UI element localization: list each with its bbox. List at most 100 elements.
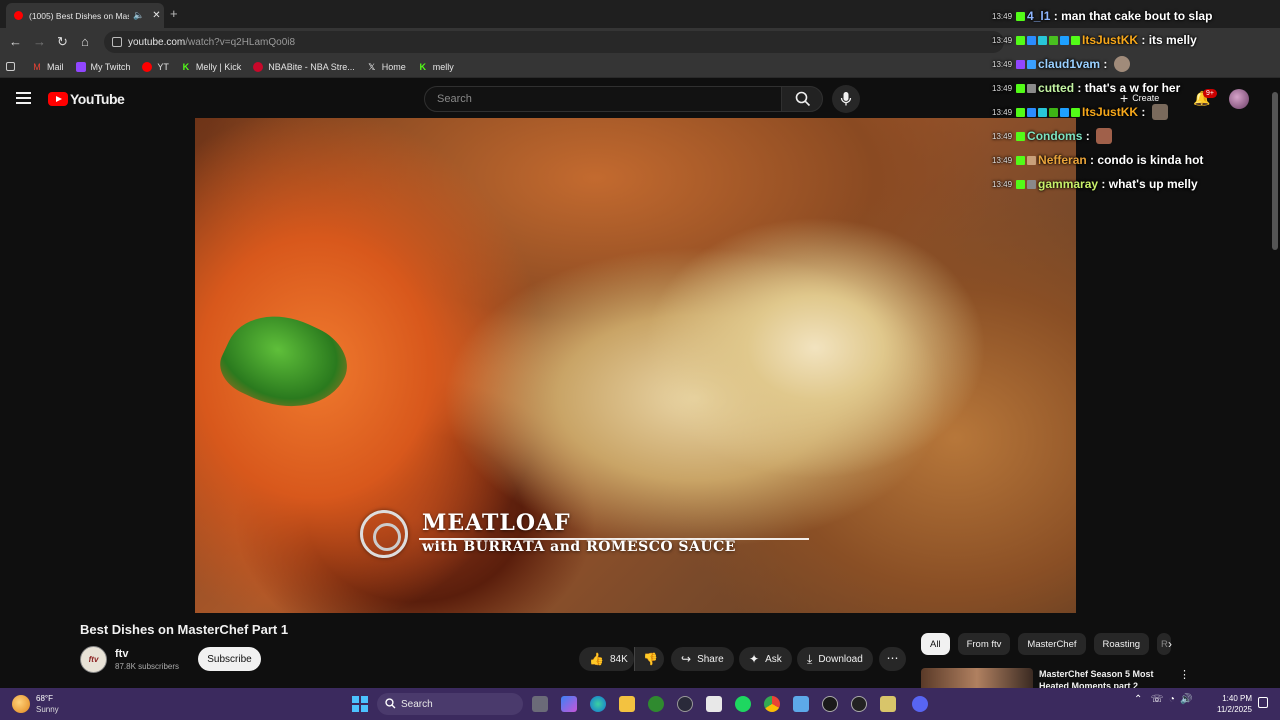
xbox-icon[interactable] bbox=[648, 696, 664, 712]
tab-title: (1005) Best Dishes on MasterChef Part 1 bbox=[29, 10, 129, 21]
copilot-icon[interactable] bbox=[561, 696, 577, 712]
download-button[interactable]: ⤓ Download bbox=[797, 647, 873, 671]
wifi-icon: ◔ bbox=[1168, 694, 1175, 705]
notification-badge: 9+ bbox=[1203, 89, 1217, 98]
sub-tier-badge-icon bbox=[1071, 107, 1081, 117]
download-icon: ⤓ bbox=[807, 651, 813, 666]
weather-temperature: 68°F bbox=[36, 694, 53, 703]
subscriber-badge-icon bbox=[1027, 155, 1037, 165]
app-icon[interactable] bbox=[880, 696, 896, 712]
dish-caption: MEATLOAF with BURRATA and ROMESCO SAUCE bbox=[422, 510, 736, 555]
photos-icon[interactable] bbox=[793, 696, 809, 712]
chip-masterchef[interactable]: MasterChef bbox=[1018, 633, 1086, 655]
chat-text: its melly bbox=[1148, 33, 1197, 47]
bookmark-mail[interactable]: M Mail bbox=[32, 62, 63, 72]
bookmark-yt[interactable]: YT bbox=[142, 61, 169, 72]
more-vert-icon[interactable]: ⋮ bbox=[1179, 668, 1190, 681]
notification-center-icon[interactable] bbox=[1258, 697, 1268, 708]
voice-search-button[interactable] bbox=[832, 85, 860, 113]
url-field[interactable]: youtube.com/watch?v=q2HLamQo0i8 bbox=[104, 31, 1004, 53]
more-actions-icon[interactable]: ⋯ bbox=[879, 647, 906, 671]
channel-name[interactable]: ftv bbox=[115, 648, 128, 660]
chip-all[interactable]: All bbox=[921, 633, 950, 655]
obs-icon[interactable] bbox=[851, 696, 867, 712]
like-button[interactable]: 👍 84K bbox=[579, 647, 634, 671]
edge-browser-icon[interactable] bbox=[590, 696, 606, 712]
bookmark-my-twitch[interactable]: My Twitch bbox=[75, 61, 130, 72]
nba-icon bbox=[253, 61, 264, 72]
recommendation-filter-chips: All From ftv MasterChef Roasting R bbox=[921, 633, 1179, 655]
ask-button[interactable]: ✦ Ask bbox=[739, 647, 792, 671]
apps-icon[interactable] bbox=[6, 62, 20, 71]
chat-emote bbox=[1151, 104, 1168, 120]
subscriber-count: 87.8K subscribers bbox=[115, 662, 180, 671]
search-icon bbox=[795, 91, 811, 107]
sparkle-icon: ✦ bbox=[749, 652, 760, 666]
dislike-button[interactable]: 👎 bbox=[634, 647, 664, 671]
menu-icon[interactable] bbox=[16, 92, 31, 104]
volume-icon: 🔊 bbox=[1180, 694, 1193, 705]
video-player[interactable]: MEATLOAF with BURRATA and ROMESCO SAUCE bbox=[195, 118, 1076, 613]
chat-username: ItsJustKK bbox=[1082, 33, 1139, 47]
chat-message: 13:49 ItsJustKK : bbox=[992, 102, 1168, 122]
kick-badge-icon bbox=[1016, 83, 1026, 93]
speaker-icon[interactable]: 🔈 bbox=[133, 10, 144, 21]
kick-badge-icon bbox=[1016, 107, 1026, 117]
chat-username: gammaray bbox=[1038, 177, 1099, 191]
bookmark-melly-kick[interactable]: K Melly | Kick bbox=[181, 61, 242, 72]
kick-badge-icon bbox=[1016, 155, 1026, 165]
weather-widget[interactable]: 68°F Sunny bbox=[12, 693, 59, 715]
kick-badge-icon bbox=[1049, 35, 1059, 45]
chat-message: 13:49 claud1vam : bbox=[992, 54, 1130, 74]
chip-roasting[interactable]: Roasting bbox=[1093, 633, 1150, 655]
scrollbar-thumb[interactable] bbox=[1272, 92, 1278, 250]
youtube-icon bbox=[142, 61, 153, 72]
site-info-icon[interactable] bbox=[112, 37, 122, 47]
bookmark-melly[interactable]: Kmelly bbox=[418, 62, 454, 72]
recommendation-thumbnail[interactable] bbox=[921, 668, 1033, 688]
steam-icon[interactable] bbox=[677, 696, 693, 712]
close-tab-icon[interactable]: ✕ bbox=[152, 10, 160, 21]
file-explorer-icon[interactable] bbox=[619, 696, 635, 712]
home-icon[interactable]: ⌂ bbox=[81, 34, 89, 49]
subscriber-badge-icon bbox=[1027, 35, 1037, 45]
subscribe-button[interactable]: Subscribe bbox=[198, 647, 261, 671]
share-button[interactable]: ↪ Share bbox=[671, 647, 734, 671]
search-input[interactable]: Search bbox=[424, 86, 782, 112]
url-domain: youtube.com bbox=[128, 36, 186, 48]
youtube-favicon-icon bbox=[14, 11, 23, 20]
system-tray[interactable]: ⌃ ☏ ◔ 🔊 bbox=[1134, 694, 1193, 705]
youtube-logo[interactable]: YouTube bbox=[48, 91, 125, 107]
search-button[interactable] bbox=[781, 86, 823, 112]
chrome-icon[interactable] bbox=[764, 696, 780, 712]
bookmark-home[interactable]: 𝕏 Home bbox=[367, 62, 406, 72]
discord-icon[interactable] bbox=[912, 696, 928, 712]
chevron-right-icon[interactable]: › bbox=[1168, 637, 1172, 651]
kick-icon: K bbox=[182, 61, 190, 72]
account-avatar[interactable] bbox=[1229, 89, 1249, 109]
new-tab-button[interactable]: + bbox=[170, 6, 178, 21]
thumbs-up-icon: 👍 bbox=[589, 652, 604, 666]
spotify-icon[interactable] bbox=[735, 696, 751, 712]
windows-start-icon[interactable] bbox=[352, 696, 368, 712]
chip-from-ftv[interactable]: From ftv bbox=[957, 633, 1011, 655]
taskbar-clock[interactable]: 1:40 PM 11/2/2025 bbox=[1214, 693, 1252, 715]
task-view-icon[interactable] bbox=[532, 696, 548, 712]
subscriber-badge-icon bbox=[1027, 83, 1037, 93]
forward-icon[interactable]: → bbox=[33, 34, 46, 49]
taskbar-search[interactable]: Search bbox=[377, 693, 523, 715]
dish-caption-name: MEATLOAF bbox=[422, 510, 571, 536]
chat-emote bbox=[1096, 128, 1113, 144]
chat-text: condo is kinda hot bbox=[1097, 153, 1204, 167]
twitch-badge-icon bbox=[1016, 59, 1026, 69]
reload-icon[interactable]: ↻ bbox=[57, 34, 68, 50]
media-player-icon[interactable] bbox=[822, 696, 838, 712]
browser-tab[interactable]: (1005) Best Dishes on MasterChef Part 1 … bbox=[6, 3, 164, 28]
microsoft-store-icon[interactable] bbox=[706, 696, 722, 712]
kick-badge-icon bbox=[1016, 35, 1026, 45]
bookmark-nbabite[interactable]: NBABite - NBA Stre... bbox=[253, 61, 355, 72]
channel-avatar[interactable]: ftv bbox=[80, 646, 107, 673]
x-icon: 𝕏 bbox=[368, 61, 376, 72]
back-icon[interactable]: ← bbox=[9, 34, 22, 49]
search-icon bbox=[385, 698, 396, 709]
